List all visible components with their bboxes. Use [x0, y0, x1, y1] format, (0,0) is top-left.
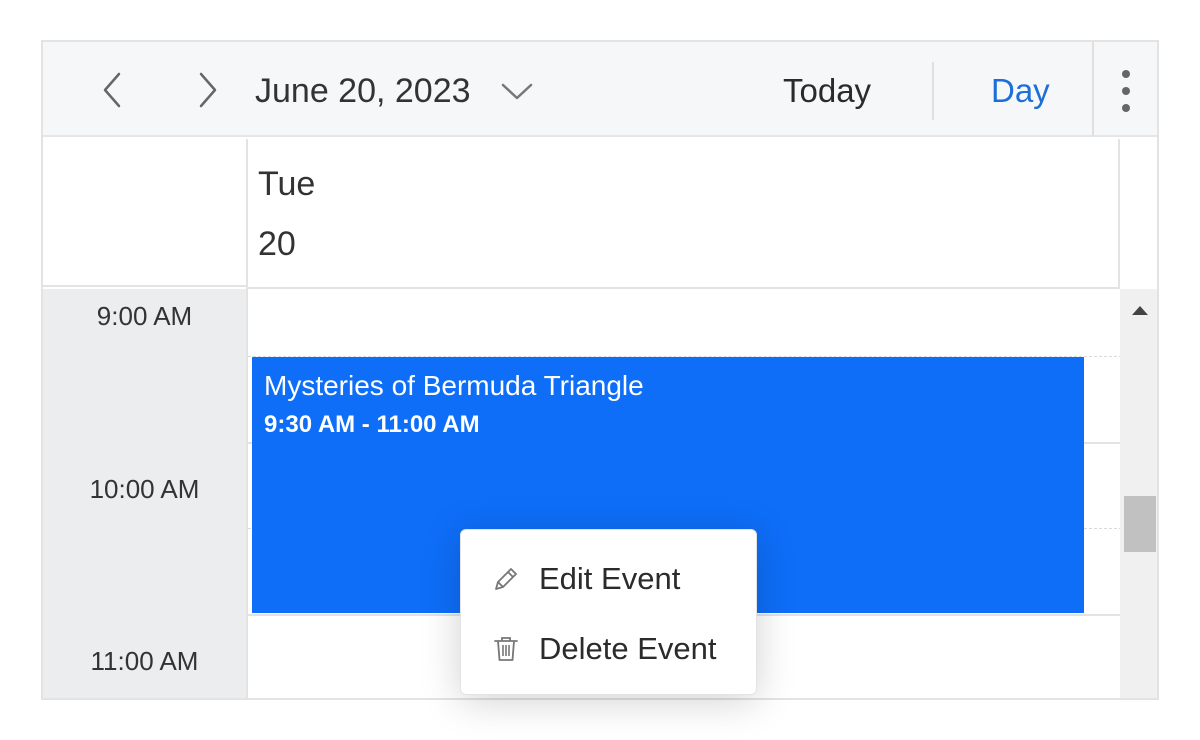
chevron-left-icon [103, 72, 121, 108]
scroll-up-arrow-icon[interactable] [1120, 299, 1157, 323]
menu-item-label: Delete Event [539, 631, 717, 666]
day-view-button[interactable]: Day [991, 69, 1050, 113]
appointment-context-menu: Edit Event Delete Event [460, 529, 757, 695]
day-name: Tue [258, 165, 316, 203]
toolbar-divider [932, 62, 934, 120]
delete-event-menu-item[interactable]: Delete Event [461, 616, 756, 682]
appointment-title: Mysteries of Bermuda Triangle [264, 370, 644, 401]
day-header-cell[interactable]: Tue 20 [246, 139, 1120, 289]
time-label: 9:00 AM [96, 301, 193, 331]
edit-event-menu-item[interactable]: Edit Event [461, 546, 756, 612]
trash-icon [494, 637, 518, 661]
today-button[interactable]: Today [783, 69, 871, 113]
menu-item-label: Edit Event [539, 561, 681, 596]
time-label: 10:00 AM [89, 474, 200, 504]
prev-button[interactable] [93, 70, 133, 110]
chevron-right-icon [199, 72, 217, 108]
header-spacer [43, 139, 246, 287]
scheduler-toolbar: June 20, 2023 Today Day [43, 42, 1157, 137]
date-header-row: Tue 20 [43, 139, 1157, 289]
time-label: 11:00 AM [90, 646, 199, 676]
pencil-icon [495, 568, 517, 590]
appointment-time: 9:30 AM - 11:00 AM [264, 411, 480, 438]
more-options-button[interactable] [1103, 68, 1149, 114]
chevron-down-icon [501, 83, 532, 100]
date-caption-text: June 20, 2023 [255, 71, 471, 110]
date-navigator-caption[interactable]: June 20, 2023 [255, 69, 535, 113]
next-button[interactable] [187, 70, 227, 110]
scroll-thumb[interactable] [1124, 496, 1156, 552]
day-number: 20 [258, 225, 296, 263]
toolbar-divider [1092, 42, 1094, 137]
time-scale-column: 9:00 AM 10:00 AM 11:00 AM [43, 289, 246, 698]
vertical-scrollbar[interactable] [1120, 289, 1157, 698]
